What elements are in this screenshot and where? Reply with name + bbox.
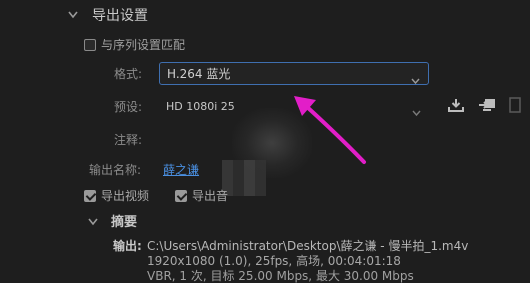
mosaic-redaction [222,160,266,196]
export-video-checkbox[interactable] [84,190,96,202]
import-icon [478,98,496,112]
save-preset-button[interactable] [448,98,464,112]
summary-output-label: 输出: [113,239,142,253]
trash-icon [509,97,521,113]
summary-output-path: C:\Users\Administrator\Desktop\薛之谦 - 慢半拍… [147,239,469,253]
match-sequence-checkbox[interactable] [84,39,96,51]
export-audio-label: 导出音 [192,189,229,203]
chevron-down-icon [412,102,421,121]
output-name-label: 输出名称: [89,163,142,177]
summary-output-more: VBR, 1 次, 目标 25.00 Mbps, 最大 30.00 Mbps [147,269,414,283]
format-select[interactable]: H.264 蓝光 [159,62,429,85]
match-sequence-label: 与序列设置匹配 [101,38,186,52]
output-name-link[interactable]: 薛之谦 [163,164,199,176]
delete-preset-button[interactable] [509,97,521,113]
download-icon [448,98,464,112]
section-collapse-icon[interactable] [68,11,78,22]
format-select-value: H.264 蓝光 [167,67,231,81]
export-settings-title: 导出设置 [92,8,148,24]
import-preset-button[interactable] [478,98,496,112]
export-video-label: 导出视频 [101,189,150,203]
preset-label: 预设: [114,100,143,114]
summary-title: 摘要 [111,215,138,230]
annotation-arrow [290,92,370,172]
export-audio-checkbox[interactable] [175,190,187,202]
summary-collapse-icon[interactable] [88,218,98,229]
summary-output-details: 1920x1080 (1.0), 25fps, 高场, 00:04:01:18 [147,254,401,268]
chevron-down-icon [411,70,420,89]
preset-select-value: HD 1080i 25 [166,100,235,113]
format-label: 格式: [114,67,143,81]
comments-label: 注释: [114,133,143,147]
